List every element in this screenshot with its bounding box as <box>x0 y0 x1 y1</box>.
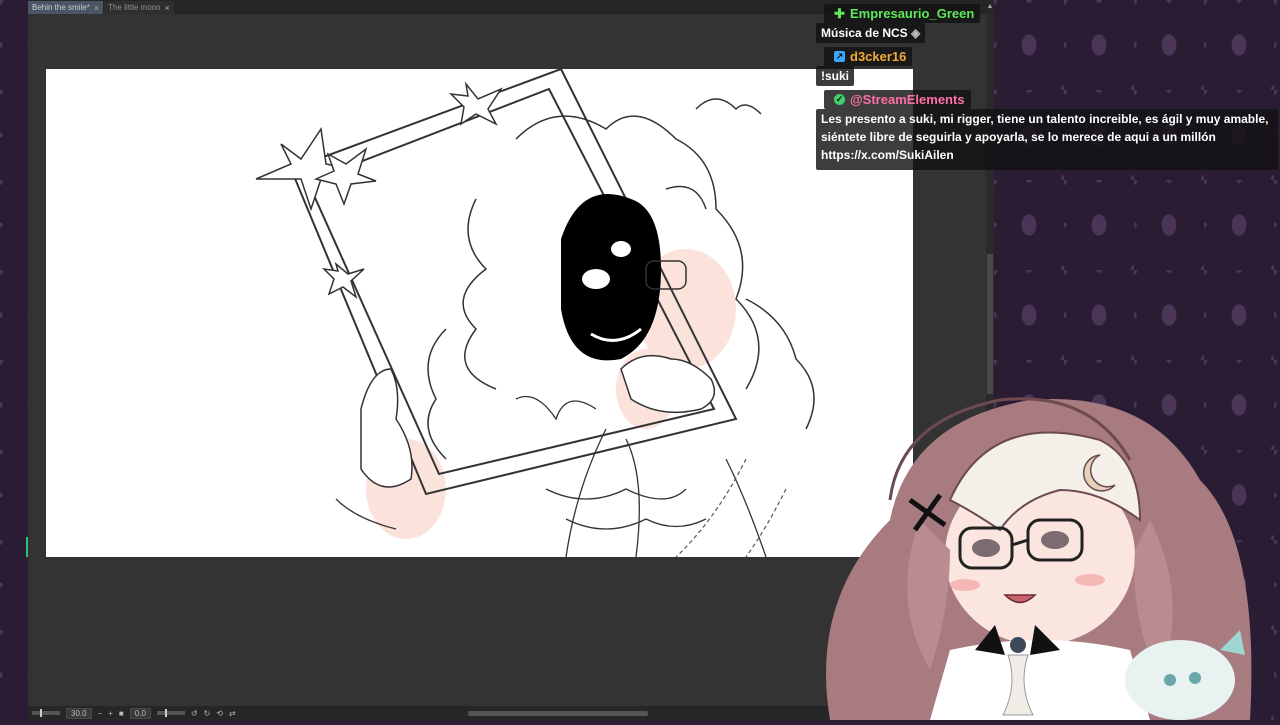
chat-text: Música de NCS ◈ <box>816 23 926 43</box>
rotate-left-icon[interactable]: ↺ <box>191 709 198 718</box>
chat-username: ↗ d3cker16 <box>824 47 913 66</box>
reset-rotation-icon[interactable]: ⟲ <box>216 709 223 718</box>
chat-message: ↗ d3cker16 !suki <box>816 46 1280 86</box>
horizontal-scrollbar[interactable] <box>468 711 648 716</box>
chat-message: ✚ Empresaurio_Green Música de NCS ◈ <box>816 0 1280 43</box>
username-text: @StreamElements <box>850 92 965 107</box>
scrollbar-thumb[interactable] <box>987 254 993 394</box>
zoom-in-icon[interactable]: + <box>108 709 113 718</box>
flip-icon[interactable]: ⇄ <box>229 709 236 718</box>
chat-username: ✓ @StreamElements <box>824 90 971 109</box>
close-icon[interactable]: × <box>165 3 170 13</box>
chat-message: ✓ @StreamElements Les presento a suki, m… <box>816 89 1280 170</box>
chat-username: ✚ Empresaurio_Green <box>824 4 981 23</box>
vtuber-avatar <box>800 380 1280 720</box>
rotation-slider[interactable] <box>156 709 185 717</box>
stream-chat-overlay: ✚ Empresaurio_Green Música de NCS ◈ ↗ d3… <box>816 0 1280 173</box>
zoom-value[interactable]: 30.0 <box>66 707 92 719</box>
chat-text: Les presento a suki, mi rigger, tiene un… <box>816 109 1278 170</box>
rotate-right-icon[interactable]: ↻ <box>204 709 211 718</box>
music-icon: ◈ <box>911 26 921 40</box>
username-text: Empresaurio_Green <box>850 6 975 21</box>
close-icon[interactable]: × <box>94 3 99 13</box>
tab-label: The little moon <box>108 3 161 12</box>
zoom-slider[interactable] <box>32 709 60 717</box>
chat-text: !suki <box>816 66 855 86</box>
zoom-out-icon[interactable]: − <box>98 709 103 718</box>
plus-badge-icon: ✚ <box>834 5 845 21</box>
username-text: d3cker16 <box>850 49 907 64</box>
drawing-canvas[interactable] <box>46 69 913 557</box>
tab-label: Behin the smile* <box>32 3 90 12</box>
rotation-value[interactable]: 0.0 <box>129 707 151 719</box>
verified-badge-icon: ✓ <box>834 94 845 105</box>
wallpaper-left <box>0 0 28 720</box>
stop-icon[interactable]: ■ <box>119 709 124 718</box>
tab-the-little-moon[interactable]: The little moon × <box>104 1 174 14</box>
prime-badge-icon: ↗ <box>834 51 845 62</box>
artwork-lineart <box>255 69 815 557</box>
tab-behin-the-smile[interactable]: Behin the smile* × <box>28 1 104 14</box>
message-text: Música de NCS <box>821 26 908 40</box>
